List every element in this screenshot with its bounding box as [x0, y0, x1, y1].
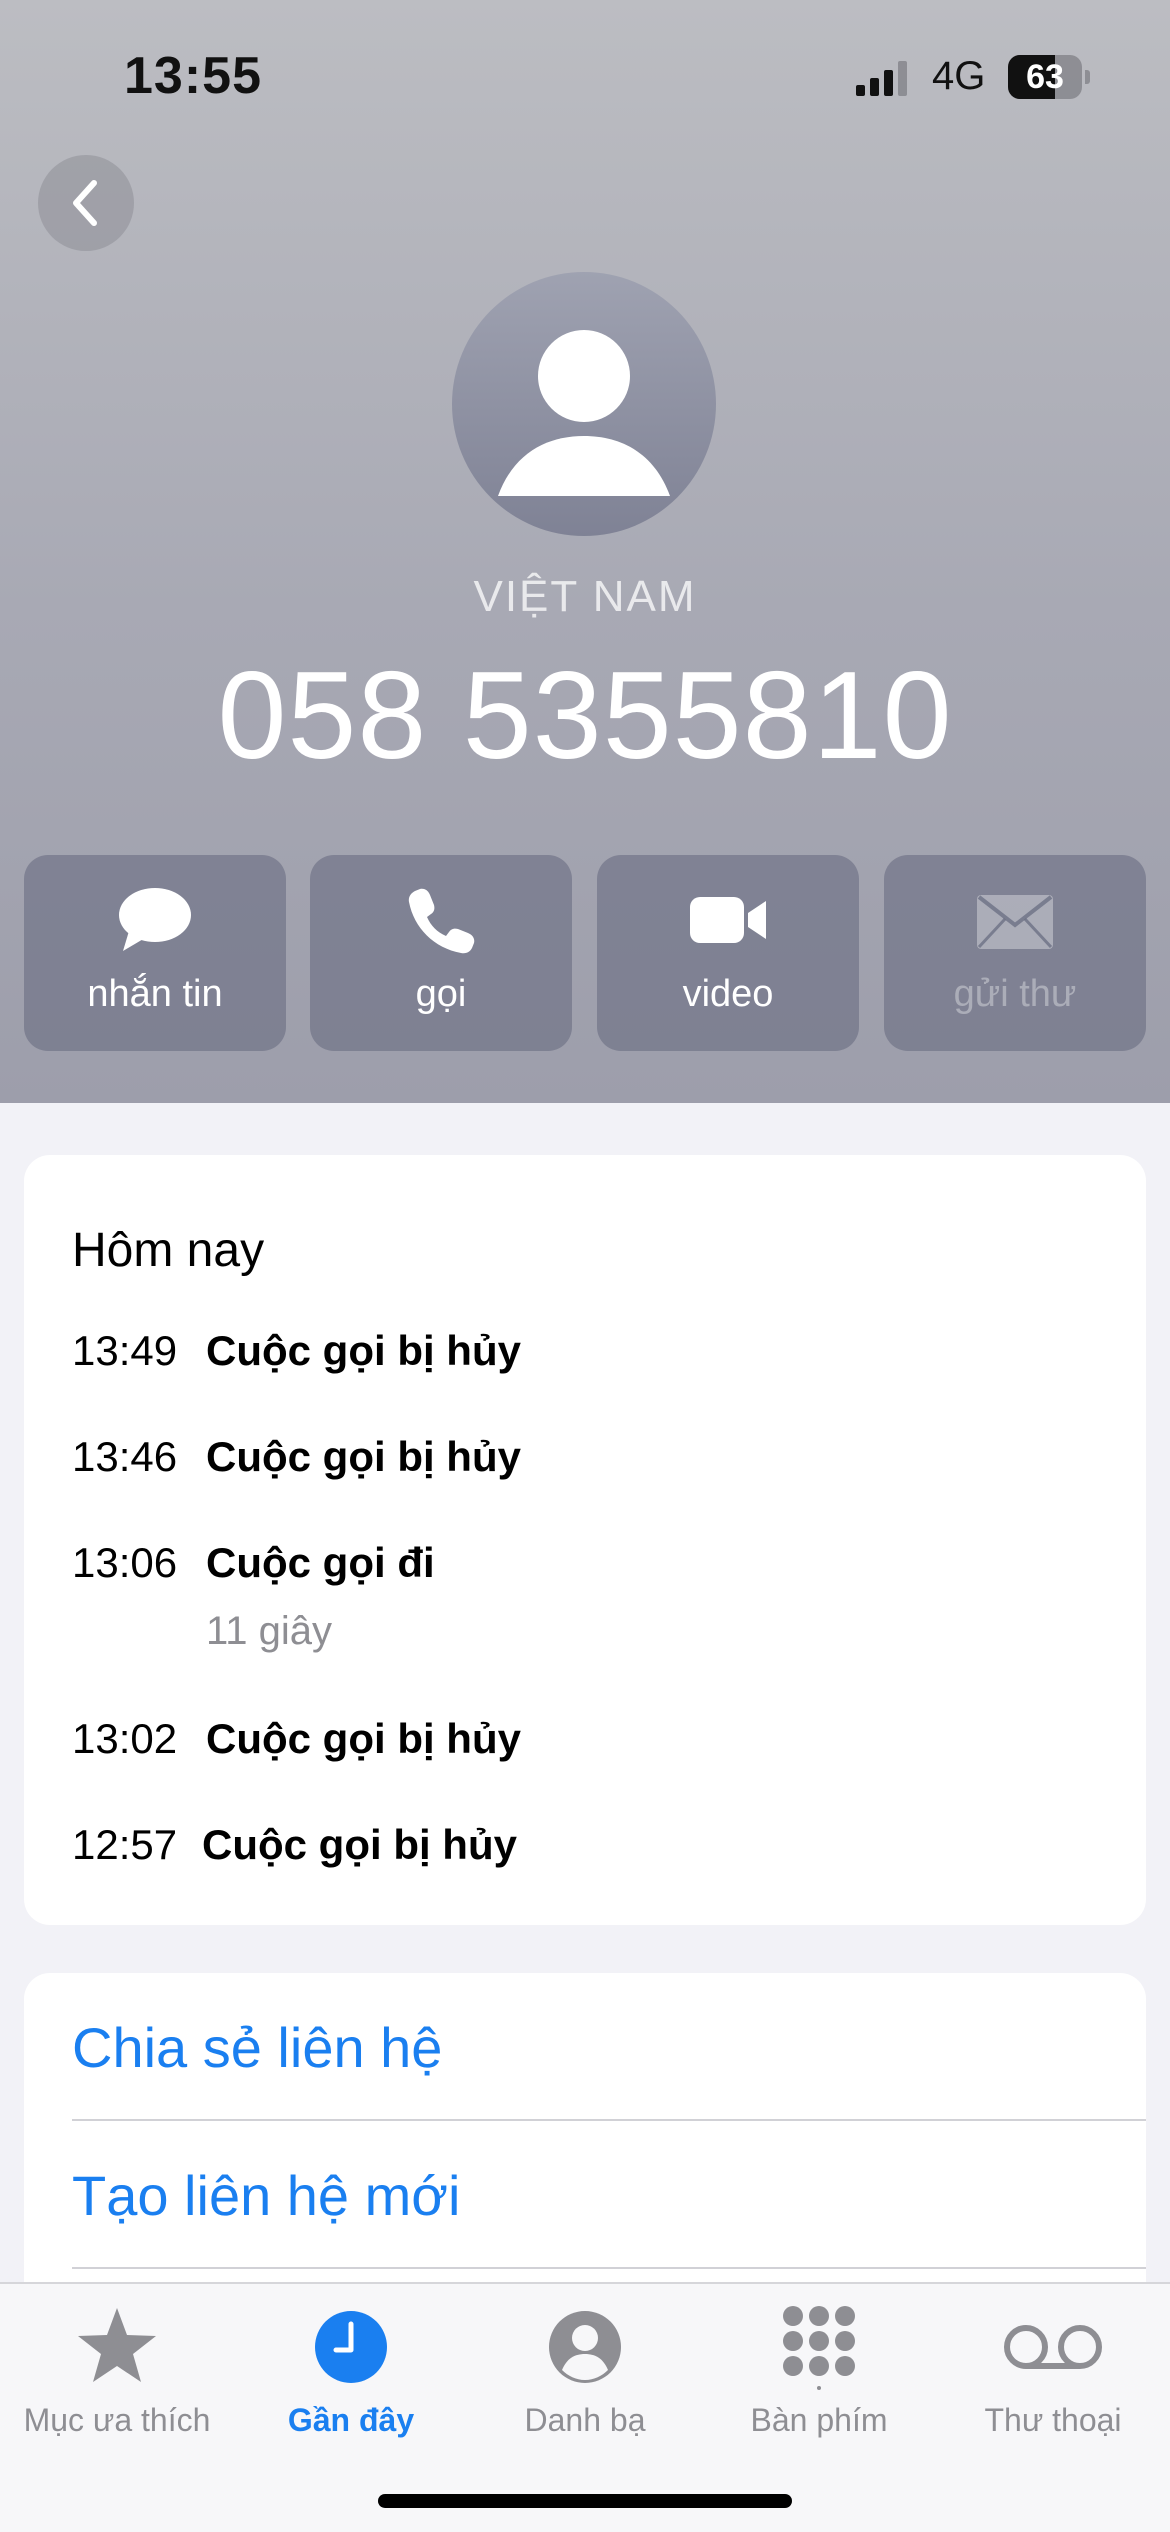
cellular-signal-icon: [856, 61, 907, 96]
call-button[interactable]: gọi: [310, 855, 572, 1051]
call-status: Cuộc gọi bị hủy: [206, 1327, 521, 1374]
contact-phone-number: 058 5355810: [217, 647, 953, 785]
status-bar: 13:55 4G 63: [0, 0, 1170, 150]
network-type: 4G: [932, 54, 986, 98]
video-camera-icon: [690, 897, 766, 943]
contact-header: 13:55 4G 63 VIỆT NAM 058 5355810 nhắn ti…: [0, 0, 1170, 1103]
back-button[interactable]: [38, 155, 134, 251]
clock-icon: [315, 2311, 387, 2383]
tab-favorites[interactable]: Mục ưa thích: [0, 2284, 234, 2484]
star-icon: [78, 2308, 156, 2382]
tab-recents-label: Gần đây: [287, 2402, 415, 2438]
call-history-row: 12:57 Cuộc gọi bị hủy: [72, 1821, 1112, 1881]
tab-voicemail-label: Thư thoại: [984, 2402, 1122, 2438]
contact-country-label: VIỆT NAM: [473, 572, 697, 621]
tab-keypad[interactable]: Bàn phím: [702, 2284, 936, 2484]
battery-icon: 63: [1008, 55, 1090, 99]
keypad-grid-icon: [783, 2306, 855, 2390]
call-history-card: Hôm nay 13:49 Cuộc gọi bị hủy 13:46 Cuộc…: [24, 1155, 1146, 1925]
person-silhouette-icon: [498, 330, 670, 496]
call-status: Cuộc gọi bị hủy: [206, 1715, 521, 1762]
call-status: Cuộc gọi đi: [206, 1539, 435, 1586]
call-time: 13:46: [72, 1433, 178, 1480]
chevron-left-icon: [73, 180, 97, 226]
call-history-row: 13:49 Cuộc gọi bị hủy: [72, 1327, 1112, 1387]
tab-voicemail[interactable]: Thư thoại: [936, 2284, 1170, 2484]
video-button[interactable]: video: [597, 855, 859, 1051]
status-time: 13:55: [124, 47, 262, 105]
call-history-row: 13:46 Cuộc gọi bị hủy: [72, 1433, 1112, 1493]
tab-contacts[interactable]: Danh bạ: [468, 2284, 702, 2484]
tab-favorites-label: Mục ưa thích: [23, 2402, 211, 2438]
home-indicator[interactable]: [378, 2494, 792, 2508]
contact-detail-screen: 13:55 4G 63 VIỆT NAM 058 5355810 nhắn ti…: [0, 0, 1170, 2532]
call-button-label: gọi: [415, 973, 467, 1015]
row-divider: [72, 2267, 1146, 2269]
contact-avatar: [452, 272, 716, 536]
share-contact-row[interactable]: Chia sẻ liên hệ: [72, 1973, 1146, 2121]
message-button-label: nhắn tin: [87, 973, 223, 1015]
voicemail-icon: [1004, 2325, 1102, 2369]
call-time: 13:49: [72, 1327, 178, 1374]
call-time: 12:57: [72, 1821, 178, 1868]
create-new-contact-link[interactable]: Tạo liên hệ mới: [72, 2163, 460, 2228]
call-status: Cuộc gọi bị hủy: [206, 1433, 521, 1480]
mail-button-label: gửi thư: [953, 973, 1077, 1015]
person-circle-icon: [549, 2311, 621, 2383]
call-time: 13:06: [72, 1539, 178, 1586]
envelope-icon: [977, 895, 1053, 949]
tab-keypad-label: Bàn phím: [750, 2402, 888, 2438]
call-history-row: 13:02 Cuộc gọi bị hủy: [72, 1715, 1112, 1775]
mail-button[interactable]: gửi thư: [884, 855, 1146, 1051]
message-button[interactable]: nhắn tin: [24, 855, 286, 1051]
call-history-section-title: Hôm nay: [72, 1224, 265, 1277]
call-status: Cuộc gọi bị hủy: [202, 1821, 517, 1868]
call-history-row: 13:06 Cuộc gọi đi 11 giây: [72, 1539, 1112, 1669]
message-bubble-icon: [119, 888, 191, 951]
call-duration: 11 giây: [206, 1609, 333, 1653]
tab-contacts-label: Danh bạ: [524, 2402, 646, 2438]
create-contact-row[interactable]: Tạo liên hệ mới: [72, 2121, 1146, 2269]
tab-recents[interactable]: Gần đây: [234, 2284, 468, 2484]
battery-level: 63: [1026, 58, 1064, 96]
phone-icon: [408, 888, 475, 954]
call-time: 13:02: [72, 1715, 178, 1762]
share-contact-link[interactable]: Chia sẻ liên hệ: [72, 2015, 442, 2080]
video-button-label: video: [682, 973, 774, 1015]
